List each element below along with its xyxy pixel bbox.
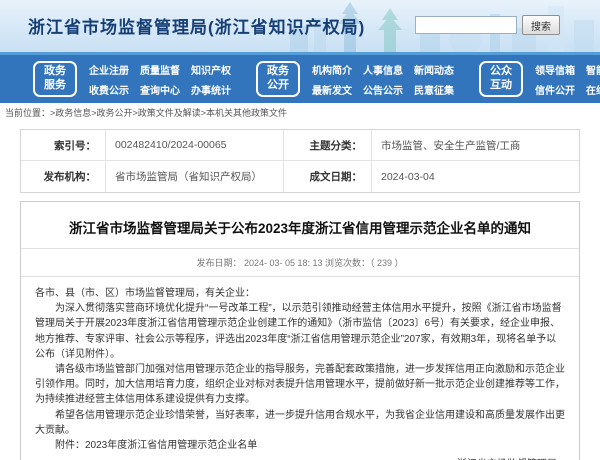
nav-link[interactable]: 领导信箱 [535,62,575,77]
nav-section-zhengwugongkai[interactable]: 政务 公开 [256,61,300,97]
meta-value-topic: 市场监管、安全生产监管/工商 [371,130,579,161]
nav-link[interactable]: 企业注册 [89,62,129,77]
nav-link[interactable]: 收费公示 [89,82,129,97]
meta-label-topic: 主题分类： [283,130,371,161]
nav-links: 领导信箱 智能问答 知识百科 信件公开 在线访谈 新闻发布会 [535,62,600,97]
document-box: 浙江省市场监督管理局关于公布2023年度浙江省信用管理示范企业名单的通知 发布日… [20,201,580,460]
meta-label-date: 成文日期： [283,161,371,192]
meta-value-issuer: 省市场监管局（省知识产权局） [105,161,283,192]
search-button[interactable]: 搜索 [522,15,560,35]
meta-value-date: 2024-03-04 [371,161,579,192]
nav-link[interactable]: 在线访谈 [586,82,600,97]
nav-links: 企业注册 质量监督 知识产权 收费公示 查询中心 办事统计 [89,62,231,97]
nav-link[interactable]: 民意征集 [414,82,454,97]
nav-link[interactable]: 最新发文 [312,82,352,97]
signer: 浙江省市场监督管理局 [21,456,557,460]
nav-link[interactable]: 信件公开 [535,82,575,97]
breadcrumb[interactable]: 当前位置：>政务信息>政务公开>政策文件及解读>本机关其他政策文件 [0,103,600,124]
salutation: 各市、县（市、区）市场监督管理局，有关企业： [35,286,565,301]
nav-link[interactable]: 质量监督 [140,62,180,77]
nav-section-gongzhonghudong[interactable]: 公众 互动 [479,61,523,97]
paragraph: 希望各信用管理示范企业珍惜荣誉，当好表率，进一步提升信用合规水平，为我省企业信用… [35,408,565,438]
nav-group-zhengwufuwu: 政务 服务 企业注册 质量监督 知识产权 收费公示 查询中心 办事统计 [33,61,231,97]
nav-link[interactable]: 智能问答 [586,62,600,77]
nav-section-zhengwufuwu[interactable]: 政务 服务 [33,61,77,97]
nav-link[interactable]: 查询中心 [140,82,180,97]
meta-label-index-no: 索引号： [21,130,105,161]
nav-link[interactable]: 公告公示 [363,82,403,97]
signature-block: 浙江省市场监督管理局 2024年3月4日 [21,456,579,460]
paragraph: 为深入贯彻落实营商环境优化提升“一号改革工程”，以示范引领推动经营主体信用水平提… [35,301,565,362]
nav-link[interactable]: 人事信息 [363,62,403,77]
nav-links: 机构简介 人事信息 新闻动态 最新发文 公告公示 民意征集 [312,62,454,97]
nav-link[interactable]: 新闻动态 [414,62,454,77]
paragraph: 请各级市场监管部门加强对信用管理示范企业的指导服务，完善配套政策措施，进一步发挥… [35,362,565,408]
nav-link[interactable]: 知识产权 [191,62,231,77]
document-title: 浙江省市场监督管理局关于公布2023年度浙江省信用管理示范企业名单的通知 [21,202,579,249]
nav-group-zhengwugongkai: 政务 公开 机构简介 人事信息 新闻动态 最新发文 公告公示 民意征集 [256,61,454,97]
nav-link[interactable]: 办事统计 [191,82,231,97]
main-nav: 政务 服务 企业注册 质量监督 知识产权 收费公示 查询中心 办事统计 政务 公… [0,52,600,103]
document-meta-table: 索引号： 002482410/2024-00065 主题分类： 市场监管、安全生… [20,129,580,193]
site-title: 浙江省市场监督管理局(浙江省知识产权局) [28,13,365,38]
site-header: 浙江省市场监督管理局(浙江省知识产权局) 搜索 [0,0,600,52]
meta-label-issuer: 发布机构： [21,161,105,192]
nav-group-gongzhonghudong: 公众 互动 领导信箱 智能问答 知识百科 信件公开 在线访谈 新闻发布会 [479,61,600,97]
publish-info: 发布日期： 2024- 03- 05 18: 13 浏览次数：（ 239 ） [21,249,579,277]
meta-value-index-no: 002482410/2024-00065 [105,130,283,161]
document-body: 各市、县（市、区）市场监督管理局，有关企业： 为深入贯彻落实营商环境优化提升“一… [21,277,579,453]
search-bar: 搜索 [415,15,560,35]
attachment-inline: 附件：2023年度浙江省信用管理示范企业名单 [35,438,565,453]
page: 浙江省市场监督管理局(浙江省知识产权局) 搜索 政务 服务 企业注册 质量监督 … [0,0,600,460]
search-input[interactable] [415,16,517,34]
nav-link[interactable]: 机构简介 [312,62,352,77]
